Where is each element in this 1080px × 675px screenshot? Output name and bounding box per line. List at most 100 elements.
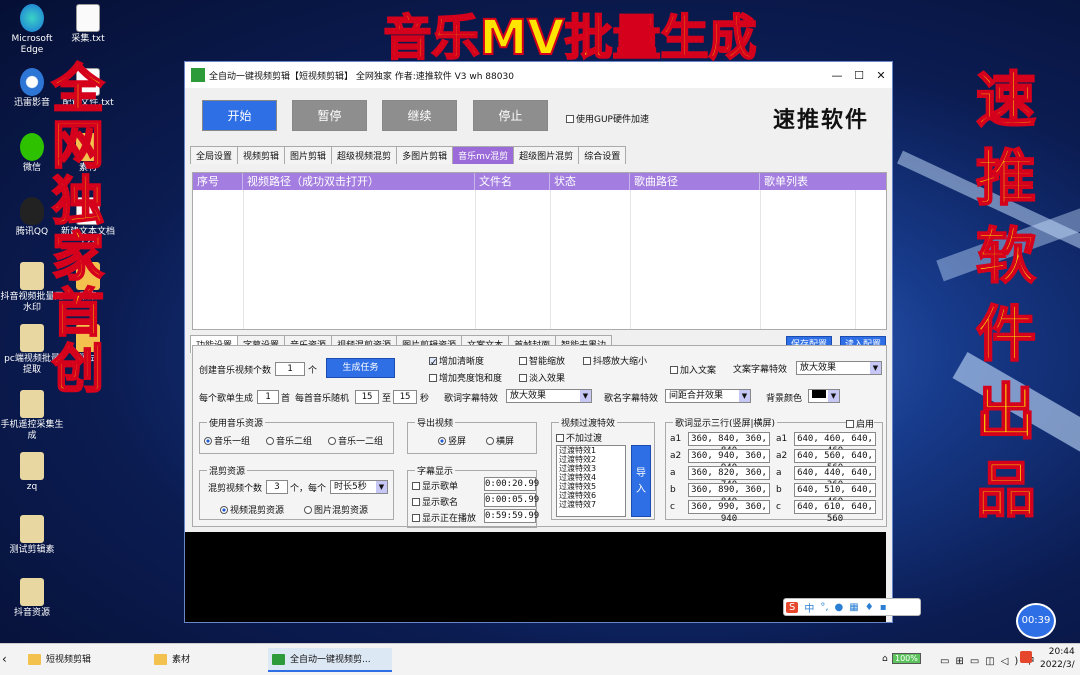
show-playlist-checkbox[interactable]: 显示歌单 [412, 479, 458, 492]
show-songname-time[interactable]: 0:00:05.99 [484, 493, 539, 507]
skin-icon[interactable]: ♦ [865, 602, 874, 613]
brightness-checkbox[interactable]: 增加亮度饱和度 [429, 371, 502, 384]
generate-task-button[interactable]: 生成任务 [326, 358, 395, 378]
desktop-icon-douyin-res[interactable]: 抖音资源 [0, 578, 64, 619]
right-banner: 速推 软件 出品 [975, 65, 1037, 527]
desktop-icon-test-clip[interactable]: 测试剪辑素 [0, 515, 64, 556]
music-option-1[interactable]: 音乐一组 [204, 434, 250, 447]
tab-multi-image[interactable]: 多图片剪辑 [396, 146, 454, 164]
music-option-3[interactable]: 音乐一二组 [328, 434, 383, 447]
pause-button[interactable]: 暂停 [292, 100, 367, 131]
task-table[interactable]: 序号 视频路径（成功双击打开） 文件名 状态 歌曲路径 歌单列表 [192, 172, 887, 330]
show-playlist-time[interactable]: 0:00:20.99 [484, 477, 539, 491]
list-item[interactable]: 过渡特效7 [559, 500, 625, 509]
bg-color-select[interactable]: ▼ [808, 389, 840, 403]
mix-video-radio[interactable]: 视频混剪资源 [220, 503, 284, 516]
col-song-path: 歌曲路径 [630, 173, 760, 190]
recording-timer[interactable]: 00:39 [1016, 603, 1056, 639]
show-playing-time[interactable]: 0:59:59.99 [484, 509, 539, 523]
singer-effect-select[interactable]: 间距合并效果 ▼ [665, 389, 751, 403]
tab-music-mv[interactable]: 音乐mv混剪 [452, 146, 515, 164]
lyric-left-a1[interactable]: 360, 840, 360, 840 [688, 432, 770, 456]
start-button[interactable]: 开始 [202, 100, 277, 131]
punctuation-icon[interactable]: °, [820, 602, 828, 613]
close-icon[interactable]: ✕ [870, 69, 892, 82]
jitter-zoom-checkbox[interactable]: 抖感放大缩小 [583, 354, 647, 367]
tab-general-settings[interactable]: 综合设置 [578, 146, 627, 164]
no-transition-checkbox[interactable]: 不加过渡 [556, 431, 602, 444]
list-item[interactable]: 过渡特效1 [559, 446, 625, 455]
mic-icon[interactable]: ● [835, 602, 844, 613]
tab-image-clip[interactable]: 图片剪辑 [284, 146, 333, 164]
add-copy-checkbox[interactable]: 加入文案 [670, 363, 716, 376]
export-landscape[interactable]: 横屏 [486, 434, 514, 447]
clock[interactable]: 20:44 2022/3/ [1040, 646, 1075, 672]
fade-in-checkbox[interactable]: 淡入效果 [519, 371, 565, 384]
tab-global-settings[interactable]: 全局设置 [190, 146, 239, 164]
maximize-icon[interactable]: ☐ [848, 69, 870, 82]
chevron-down-icon: ▼ [870, 362, 881, 374]
list-item[interactable]: 过渡特效5 [559, 482, 625, 491]
sogou-icon[interactable]: S [786, 601, 799, 613]
lyric-left-a2[interactable]: 360, 940, 360, 940 [688, 449, 770, 473]
lyric-right-b[interactable]: 640, 510, 640, 460 [794, 483, 876, 507]
singer-effect-label: 歌名字幕特效 [604, 394, 659, 404]
minimize-icon[interactable]: — [826, 69, 848, 82]
keyboard-icon[interactable]: ▦ [849, 602, 858, 613]
tray-icons[interactable]: ⌂ [882, 654, 888, 664]
show-playing-checkbox[interactable]: 显示正在播放 [412, 511, 476, 524]
lyric-left-b[interactable]: 360, 890, 360, 840 [688, 483, 770, 507]
sogou-tray-icon[interactable] [1020, 651, 1032, 663]
chevron-left-icon[interactable]: ‹ [2, 652, 7, 666]
random-from-input[interactable]: 15 [355, 390, 379, 404]
subtitle-group-title: 字幕显示 [415, 464, 456, 477]
sharpness-checkbox[interactable]: ✓增加清晰度 [429, 354, 484, 368]
desktop-icon-label: 抖音资源 [13, 608, 50, 618]
desktop-icon-edge[interactable]: Microsoft Edge [0, 4, 64, 56]
taskbar-item-short-video[interactable]: 短视频剪辑 [24, 648, 144, 672]
random-to-input[interactable]: 15 [393, 390, 417, 404]
export-portrait[interactable]: 竖屏 [438, 434, 466, 447]
lyric-right-a2[interactable]: 640, 560, 640, 560 [794, 449, 876, 473]
desktop-icon-caiji[interactable]: 采集.txt [56, 4, 120, 45]
lyric-left-a[interactable]: 360, 820, 360, 740 [688, 466, 770, 490]
list-item[interactable]: 过渡特效2 [559, 455, 625, 464]
stop-button[interactable]: 停止 [473, 100, 548, 131]
grid-icon[interactable]: ▪ [880, 602, 887, 613]
battery-indicator[interactable]: 100% [892, 653, 921, 664]
resume-button[interactable]: 继续 [382, 100, 457, 131]
import-button[interactable]: 导入 [631, 445, 651, 517]
transition-list[interactable]: 过渡特效1 过渡特效2 过渡特效3 过渡特效4 过渡特效5 过渡特效6 过渡特效… [556, 445, 626, 517]
taskbar-item-sucai[interactable]: 素材 [150, 648, 260, 672]
lyric-effect-select[interactable]: 放大效果 ▼ [506, 389, 592, 403]
list-item[interactable]: 过渡特效6 [559, 491, 625, 500]
ime-mode[interactable]: 中 [804, 600, 814, 615]
enable-checkbox[interactable]: 启用 [846, 417, 875, 430]
mix-each-label: 个，每个 [290, 484, 327, 494]
folder-icon [20, 324, 44, 352]
gpu-checkbox[interactable]: 使用GUP硬件加速 [566, 112, 649, 125]
list-item[interactable]: 过渡特效3 [559, 464, 625, 473]
copy-effect-select[interactable]: 放大效果 ▼ [796, 361, 882, 375]
taskbar-item-app[interactable]: 全自动一键视频剪... [268, 648, 392, 672]
tab-video-clip[interactable]: 视频剪辑 [237, 146, 286, 164]
tab-super-image-mix[interactable]: 超级图片混剪 [513, 146, 580, 164]
tab-super-video-mix[interactable]: 超级视频混剪 [331, 146, 398, 164]
folder-icon [20, 262, 44, 290]
create-count-input[interactable]: 1 [275, 362, 305, 376]
show-songname-checkbox[interactable]: 显示歌名 [412, 495, 458, 508]
ime-toolbar[interactable]: S 中 °, ● ▦ ♦ ▪ [783, 598, 921, 616]
desktop-icon-zq[interactable]: zq [0, 452, 64, 493]
lyric-left-c[interactable]: 360, 990, 360, 940 [688, 500, 770, 524]
music-option-2[interactable]: 音乐二组 [266, 434, 312, 447]
duration-select[interactable]: 时长5秒 ▼ [330, 480, 388, 494]
per-playlist-input[interactable]: 1 [257, 390, 279, 404]
lyric-right-c[interactable]: 640, 610, 640, 560 [794, 500, 876, 524]
lyric-right-a1[interactable]: 640, 460, 640, 460 [794, 432, 876, 456]
list-item[interactable]: 过渡特效4 [559, 473, 625, 482]
lyric-right-a[interactable]: 640, 440, 640, 360 [794, 466, 876, 490]
smart-zoom-checkbox[interactable]: 智能缩放 [519, 354, 565, 367]
mix-image-radio[interactable]: 图片混剪资源 [304, 503, 368, 516]
mix-count-input[interactable]: 3 [266, 480, 288, 494]
music-group-title: 使用音乐资源 [207, 416, 266, 429]
